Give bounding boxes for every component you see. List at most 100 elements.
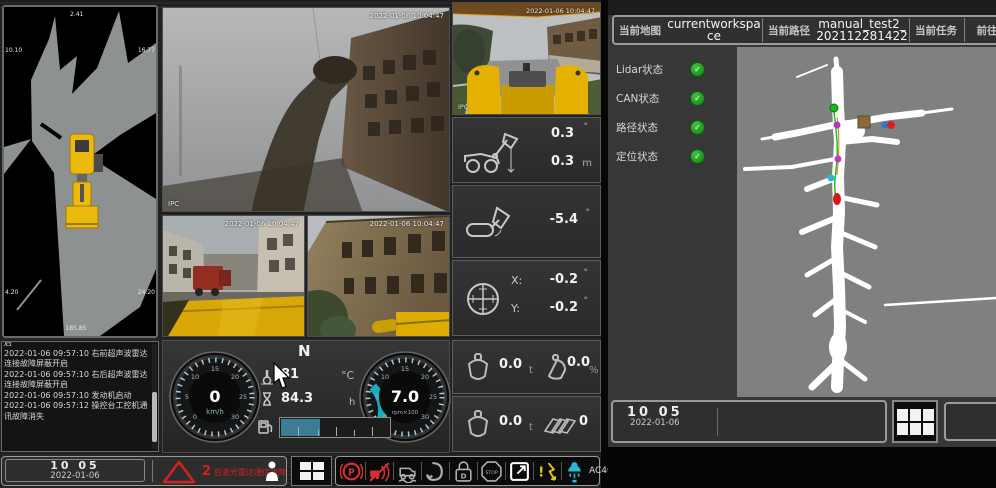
bucket-fill-value: 0.0	[567, 355, 590, 370]
log-entry: 2022-01-06 09:57:10 右后超声波雷达连接故障屏蔽开启	[2, 370, 158, 391]
boom-height-unit: m	[582, 158, 592, 169]
svg-text:10: 10	[191, 373, 199, 381]
svg-text:2.41: 2.41	[70, 11, 84, 18]
camera-side-left-timestamp: 2022-01-06 10:04:47	[225, 220, 299, 228]
log-scrollbar-thumb[interactable]	[152, 392, 157, 442]
attitude-reticle-icon	[465, 281, 501, 317]
work-hours-icon	[261, 391, 273, 407]
fuel-level-bar	[279, 417, 391, 438]
status-label: 定位状态	[616, 149, 690, 164]
work-hours-value: 84.3	[281, 391, 313, 406]
nav-layout-grid-button[interactable]	[892, 400, 938, 443]
svg-text:10: 10	[381, 373, 389, 381]
bucket-count-value: 0	[579, 414, 588, 429]
bucket-count-icon	[543, 413, 577, 437]
status-ok-icon: ✓	[690, 120, 705, 135]
goto-button[interactable]: 前往	[965, 23, 996, 38]
log-scrollbar-track[interactable]	[152, 344, 157, 449]
attitude-y-unit: °	[584, 296, 589, 306]
indicator-light-bar: P D STOP	[335, 456, 600, 486]
attitude-x-label: X:	[511, 274, 522, 287]
bucket-telemetry-row: -5.4 °	[452, 185, 601, 258]
svg-text:30: 30	[421, 413, 429, 421]
air-conditioner-icon	[564, 460, 587, 483]
operator-icon[interactable]	[265, 461, 279, 482]
nav-top-strip	[608, 0, 996, 15]
status-label: Lidar状态	[616, 62, 690, 77]
implement-hook-icon	[424, 460, 447, 483]
camera-rear[interactable]: 2022-01-06 10:04:47 IPC	[452, 2, 601, 115]
status-row-can: CAN状态 ✓	[616, 84, 734, 112]
total-weight-icon	[465, 409, 491, 439]
lidar-map-canvas: 2.41 10.10 16.77 4.20 24.20 185.85	[4, 7, 156, 336]
attitude-x-unit: °	[584, 268, 589, 278]
camera-front-image	[163, 8, 450, 212]
layout-grid-button[interactable]	[291, 456, 332, 486]
status-ok-icon: ✓	[690, 62, 705, 77]
attitude-y-label: Y:	[511, 302, 520, 315]
waypoint-cyan	[828, 175, 835, 182]
hydraulic-lock-icon: D	[452, 460, 475, 483]
parking-brake-icon: P	[340, 460, 363, 483]
log-entry: 2022-01-06 09:57:12 操控台工控机通讯故障消失	[2, 401, 158, 422]
grid-icon	[300, 462, 324, 480]
camera-side-left-image	[163, 216, 305, 337]
log-entry: 2022-01-06 09:57:10 发动机启动	[2, 391, 158, 402]
svg-text:16.77: 16.77	[138, 47, 155, 54]
svg-text:185.85: 185.85	[66, 325, 87, 332]
nav-extra-button[interactable]	[944, 402, 996, 441]
emergency-stop-icon: STOP	[480, 460, 503, 483]
log-entry: 启	[2, 341, 158, 349]
electrical-warning-icon: !	[536, 460, 559, 483]
fuel-icon	[257, 418, 274, 435]
bucket-tilt-icon	[465, 204, 511, 240]
nav-clock-box: 10 05 2022-01-06	[611, 400, 887, 443]
divider	[152, 460, 153, 482]
bucket-weight-value: 0.0	[499, 357, 522, 372]
clock-time: 10 05	[50, 460, 99, 471]
current-map-value: currentworkspace	[666, 18, 762, 42]
camera-side-right[interactable]: 2022-01-06 10:04:47	[307, 215, 450, 337]
grid-icon	[897, 409, 934, 435]
svg-text:15: 15	[401, 365, 409, 373]
loader-boom-icon	[461, 130, 519, 174]
svg-text:20: 20	[421, 373, 429, 381]
bucket-load-row: 0.0 t 0.0 %	[452, 340, 601, 394]
load-panel: 0.0 t 0.0 % 0.0 t	[452, 340, 601, 453]
work-hours-unit: h	[349, 397, 355, 408]
waypoint-purple	[834, 122, 841, 129]
svg-text:STOP: STOP	[485, 470, 498, 476]
camera-front-source-label: IPC	[168, 200, 179, 208]
ultrasonic-fault-icon	[368, 460, 391, 483]
camera-side-left[interactable]: 2022-01-06 10:04:47	[162, 215, 305, 337]
camera-rear-timestamp: 2022-01-06 10:04:47	[526, 7, 595, 15]
svg-text:20: 20	[231, 373, 239, 381]
svg-text:5: 5	[185, 393, 189, 401]
status-bar-left: 10 05 2022-01-06 2 后激光雷达通信故障	[1, 456, 287, 486]
fuel-level	[281, 419, 320, 436]
goal-marker	[833, 193, 841, 205]
status-row-lidar: Lidar状态 ✓	[616, 55, 734, 83]
bucket-fill-icon	[543, 354, 569, 380]
status-ok-icon: ✓	[690, 149, 705, 164]
attitude-x-value: -0.2	[538, 272, 578, 287]
current-path-value: manual_test2_202112281422	[815, 18, 909, 42]
nav-clock-time: 10 05	[627, 407, 683, 418]
bucket-angle-unit: °	[586, 208, 591, 218]
attitude-telemetry-row: X: -0.2 ° Y: -0.2 °	[452, 260, 601, 336]
status-ok-icon: ✓	[690, 91, 705, 106]
current-path-label: 当前路径	[763, 23, 815, 38]
svg-text:!: !	[538, 464, 544, 480]
status-label: 路径状态	[616, 120, 690, 135]
lidar-map-panel[interactable]: 2.41 10.10 16.77 4.20 24.20 185.85	[2, 5, 158, 338]
camera-side-right-image	[308, 216, 450, 337]
alarm-count: 2	[202, 464, 211, 479]
camera-front[interactable]: 2022-01-06 10:04:47 IPC	[162, 7, 450, 212]
svg-text:25: 25	[239, 393, 247, 401]
loader-hmi-screen: 2.41 10.10 16.77 4.20 24.20 185.85	[0, 0, 996, 488]
svg-text:P: P	[348, 467, 355, 478]
waypoint-red	[887, 121, 895, 129]
route-map-canvas[interactable]	[737, 47, 996, 397]
speed-gauge: 0 5 10 15 20 25 30 0 km/h	[169, 351, 261, 443]
event-log-panel[interactable]: 启 2022-01-06 09:57:10 右前超声波雷达连接故障屏蔽开启 20…	[1, 341, 159, 452]
